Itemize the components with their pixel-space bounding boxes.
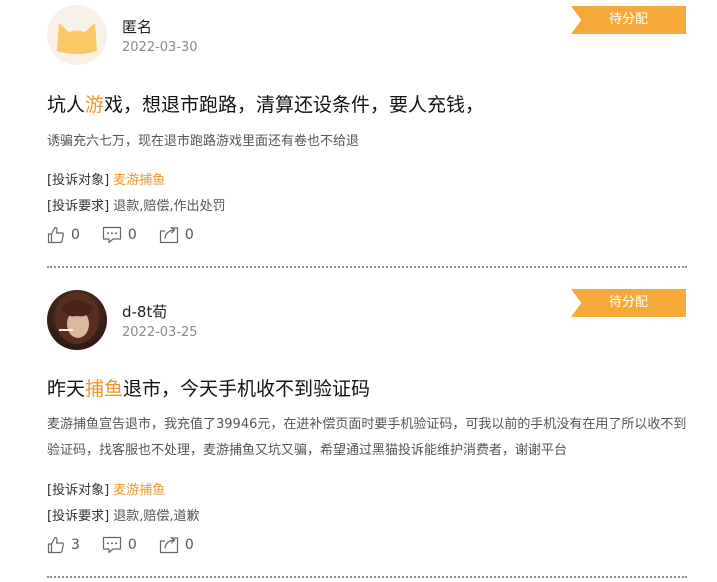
avatar[interactable] bbox=[47, 290, 107, 350]
action-bar: 3 0 0 bbox=[47, 536, 216, 554]
share-button[interactable]: 0 bbox=[159, 536, 194, 554]
comment-icon bbox=[102, 536, 122, 554]
username[interactable]: d-8t荀 bbox=[122, 301, 167, 322]
complaint-target-link[interactable]: 麦游捕鱼 bbox=[113, 483, 165, 498]
divider bbox=[47, 266, 687, 268]
post-title[interactable]: 坑人游戏，想退市跑路，清算还设条件，要人充钱， bbox=[47, 90, 484, 117]
username[interactable]: 匿名 bbox=[122, 16, 152, 37]
like-button[interactable]: 0 bbox=[47, 226, 80, 244]
avatar[interactable] bbox=[47, 5, 107, 65]
complaint-target-link[interactable]: 麦游捕鱼 bbox=[113, 173, 165, 188]
comment-icon bbox=[102, 226, 122, 244]
complaint-target-label: [投诉对象] bbox=[47, 483, 110, 498]
comment-count: 0 bbox=[127, 227, 137, 243]
divider bbox=[47, 576, 687, 578]
complaint-request-label: [投诉要求] bbox=[47, 199, 110, 214]
share-icon bbox=[159, 226, 178, 244]
complaint-target: [投诉对象] 麦游捕鱼 bbox=[47, 169, 165, 188]
share-count: 0 bbox=[184, 227, 194, 243]
complaint-card: d-8t荀 2022-03-25 待分配 昨天捕鱼退市，今天手机收不到验证码 麦… bbox=[0, 270, 717, 578]
complaint-target-label: [投诉对象] bbox=[47, 173, 110, 188]
like-count: 0 bbox=[71, 227, 80, 243]
post-body: 诱骗充六七万，现在退市跑路游戏里面还有卷也不给退 bbox=[47, 134, 360, 149]
complaint-request: [投诉要求] 退款,赔偿,道歉 bbox=[47, 505, 200, 524]
complaint-card: 匿名 2022-03-30 待分配 坑人游戏，想退市跑路，清算还设条件，要人充钱… bbox=[0, 0, 717, 268]
thumbs-up-icon bbox=[47, 536, 64, 554]
share-count: 0 bbox=[184, 537, 194, 553]
title-highlight: 游 bbox=[85, 94, 105, 116]
like-count: 3 bbox=[71, 537, 80, 553]
status-badge: 待分配 bbox=[571, 6, 686, 34]
title-highlight: 捕鱼 bbox=[85, 378, 124, 400]
comment-button[interactable]: 0 bbox=[102, 226, 137, 244]
share-button[interactable]: 0 bbox=[159, 226, 194, 244]
complaint-request-value: 退款,赔偿,作出处罚 bbox=[113, 199, 226, 214]
share-icon bbox=[159, 536, 178, 554]
complaint-request-value: 退款,赔偿,道歉 bbox=[113, 509, 200, 524]
complaint-target: [投诉对象] 麦游捕鱼 bbox=[47, 479, 165, 498]
complaint-request: [投诉要求] 退款,赔偿,作出处罚 bbox=[47, 195, 226, 214]
comment-button[interactable]: 0 bbox=[102, 536, 137, 554]
like-button[interactable]: 3 bbox=[47, 536, 80, 554]
status-badge: 待分配 bbox=[571, 289, 686, 317]
action-bar: 0 0 0 bbox=[47, 226, 216, 244]
comment-count: 0 bbox=[127, 537, 137, 553]
complaint-request-label: [投诉要求] bbox=[47, 509, 110, 524]
post-title[interactable]: 昨天捕鱼退市，今天手机收不到验证码 bbox=[47, 374, 370, 401]
post-date: 2022-03-25 bbox=[122, 325, 198, 340]
complaint-feed: 匿名 2022-03-30 待分配 坑人游戏，想退市跑路，清算还设条件，要人充钱… bbox=[0, 0, 717, 582]
user-photo-icon bbox=[55, 292, 99, 344]
post-date: 2022-03-30 bbox=[122, 40, 198, 55]
post-body: 麦游捕鱼宣告退市，我充值了39946元，在进补偿页面时要手机验证码，可我以前的手… bbox=[47, 417, 687, 458]
thumbs-up-icon bbox=[47, 226, 64, 244]
cat-face-icon bbox=[47, 5, 107, 65]
